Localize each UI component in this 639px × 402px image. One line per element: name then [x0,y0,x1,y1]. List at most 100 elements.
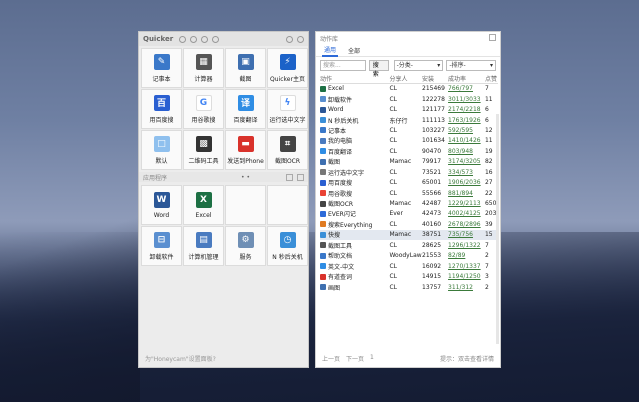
cell-installs: 90470 [422,147,442,155]
scrollbar[interactable] [496,114,499,344]
action-tile[interactable]: ▦ 计算器 [183,48,224,88]
action-name: 截图 [328,159,341,167]
search-icon[interactable] [286,173,293,181]
help-icon[interactable] [286,35,293,43]
close-icon[interactable] [297,35,304,43]
table-row[interactable]: 帮助文档 WoodyLaw 21553 82/89 2 [320,251,498,261]
table-row[interactable]: 截图工具 CL 28625 1296/1322 7 [320,240,498,250]
action-label: Quicker主页 [270,75,305,83]
cell-sharer: CL [389,126,397,134]
cell-rate: 1763/1926 [448,116,481,124]
page-indicator[interactable]: • • [241,174,250,181]
action-label: Word [153,211,170,219]
cell-sharer: Mamac [389,229,422,241]
action-tile[interactable]: ▣ 截图 [225,48,266,88]
cell-installs: 21553 [422,252,442,260]
table-row[interactable]: 我的电脑 CL 101634 1410/1426 11 [320,136,498,146]
action-name: Excel [328,85,344,93]
next-page-button[interactable]: 下一页 [346,354,364,363]
cell-rate: 3174/3205 [448,158,481,166]
tab-common[interactable]: 通用 [322,44,339,57]
search-button[interactable]: 搜索 [368,60,389,78]
cell-name: 帮助文档 [320,251,389,261]
search-icon[interactable] [190,35,198,43]
cell-sharer: 东仔行 [389,117,408,125]
prev-page-button[interactable]: 上一页 [322,354,340,363]
close-icon[interactable] [489,34,496,41]
quicker-footer[interactable]: 为"Honeycam"设置面板? [145,354,216,363]
cell-installs: 42487 [422,200,442,208]
action-tile[interactable]: 译百度翻译 [225,89,266,129]
action-tile[interactable]: ✎ 记事本 [141,48,182,88]
action-name: 运行选中文字 [328,169,365,177]
cell-name: Excel [320,84,389,94]
action-label: 发送到Phone [227,157,264,165]
edit-icon[interactable] [297,173,304,181]
action-tile[interactable]: ϟ 运行选中文字 [267,89,308,129]
column-header[interactable]: 动作 [320,74,390,84]
cell-sharer: Mamac [389,158,412,166]
quicker-app-actions: W Word X Excel ⊟ 卸载软件 ▤ 计算机管理 ⚙ 服务 ◷ N 秒后关机 [139,183,308,268]
table-row[interactable]: 运行选中文字 CL 73521 334/573 16 [320,167,498,177]
action-tile[interactable]: ▩ 二维码工具 [183,130,224,170]
cell-sharer: CL [389,189,397,197]
action-tile[interactable]: ▬ 发送到Phone [225,130,266,170]
actions-table: 动作 分享人 安装 成功率 点赞 Excel CL 215469 766/797 7 卸载… [320,74,498,292]
action-icon [320,284,326,291]
column-header[interactable]: 成功率 [448,74,485,84]
table-row[interactable]: EVER闪记 Ever 42473 4002/4125 203 [320,209,498,219]
table-row[interactable]: 搜索Everything CL 40160 2678/2896 39 [320,219,498,229]
sort-select[interactable]: -排序- ▾ [446,60,496,71]
search-input[interactable]: 搜索... [320,60,366,71]
action-name: 记事本 [328,127,347,135]
action-tile[interactable]: ⚙ 服务 [225,226,266,266]
action-tile[interactable]: ⌗ 截图OCR [267,130,308,170]
cell-sharer: CL [389,262,397,270]
column-header[interactable]: 点赞 [484,74,498,84]
action-tile[interactable]: 百用百度搜 [141,89,182,129]
action-icon [320,273,326,280]
table-row[interactable]: 画图 CL 13757 311/312 2 [320,282,498,292]
section-title: 应用程序 [143,174,168,182]
bulb-icon[interactable] [201,35,209,43]
table-row[interactable]: 英文-中文 CL 16092 1270/1337 7 [320,261,498,271]
action-tile[interactable]: X Excel [183,185,224,225]
table-row[interactable]: 百度翻译 CL 90470 803/948 19 [320,146,498,156]
table-row[interactable]: Word CL 121177 2174/2218 6 [320,104,498,114]
action-name: Word [328,106,344,114]
tab-all[interactable]: 全部 [346,45,362,56]
cell-sharer: CL [389,241,397,249]
more-icon[interactable] [212,35,220,43]
column-header[interactable]: 分享人 [389,74,422,84]
empty-tile[interactable] [267,185,308,225]
table-row[interactable]: 用百度搜 CL 65001 1906/2036 27 [320,177,498,187]
table-row[interactable]: 截图 Mamac 79917 3174/3205 82 [320,157,498,167]
table-row[interactable]: 卸载软件 CL 122278 3011/3033 11 [320,94,498,104]
library-title: 动作库 [320,36,339,43]
category-select[interactable]: -分类- ▾ [393,60,444,71]
action-tile[interactable]: ◷ N 秒后关机 [267,226,308,266]
column-header[interactable]: 安装 [422,74,449,84]
action-tile[interactable]: ▤ 计算机管理 [183,226,224,266]
action-label: 用百度搜 [149,116,174,124]
table-row[interactable]: 记事本 CL 103227 592/595 12 [320,125,498,135]
action-name: EVER闪记 [328,211,356,219]
table-row[interactable]: N 秒后关机 东仔行 111113 1763/1926 6 [320,115,498,125]
table-row[interactable]: 有道查词 CL 14915 1194/1250 3 [320,271,498,281]
cell-installs: 13757 [422,283,442,291]
cell-name: 英文-中文 [320,261,389,271]
table-row[interactable]: 用谷歌搜 CL 55566 881/894 22 [320,188,498,198]
table-row[interactable]: 快搜 Mamac 38751 735/756 15 [320,229,498,241]
settings-icon[interactable] [179,35,187,43]
action-name: 画图 [328,284,341,292]
action-tile[interactable]: ⚡ Quicker主页 [267,48,308,88]
cell-sharer: Ever [389,210,403,218]
action-tile[interactable]: G 用谷歌搜 [183,89,224,129]
table-row[interactable]: Excel CL 215469 766/797 7 [320,84,498,94]
table-row[interactable]: 截图OCR Mamac 42487 1229/2113 650 [320,198,498,208]
empty-tile[interactable] [225,185,266,225]
action-tile[interactable]: W Word [141,185,182,225]
action-tile[interactable]: ⊟ 卸载软件 [141,226,182,266]
action-tile[interactable]: □ 默认 [141,130,182,170]
cell-sharer: CL [389,147,397,155]
